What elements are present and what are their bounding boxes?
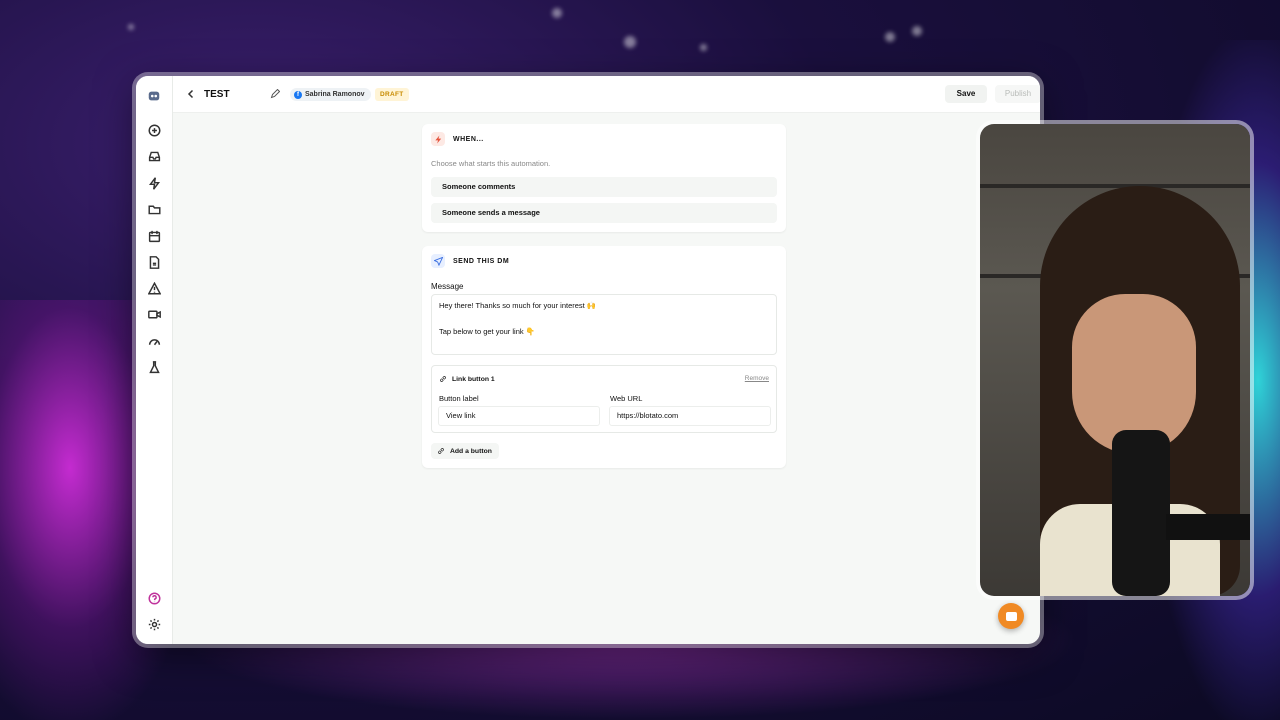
message-line: Hey there! Thanks so much for your inter… bbox=[439, 301, 597, 310]
microphone-arm bbox=[1166, 514, 1250, 540]
button-label-input[interactable]: View link bbox=[438, 406, 600, 426]
send-dm-card: SEND THIS DM Message Hey there! Thanks s… bbox=[422, 246, 786, 468]
web-url-input[interactable]: https://blotato.com bbox=[609, 406, 771, 426]
web-url-label: Web URL bbox=[610, 394, 643, 403]
message-label: Message bbox=[431, 282, 464, 291]
flask-icon[interactable] bbox=[146, 359, 162, 375]
background-sparkle bbox=[624, 36, 636, 48]
calendar-icon[interactable] bbox=[146, 228, 162, 244]
dm-heading: SEND THIS DM bbox=[453, 257, 510, 265]
help-icon[interactable] bbox=[146, 590, 162, 606]
trigger-option[interactable]: Someone sends a message bbox=[431, 203, 777, 223]
chat-support-button[interactable] bbox=[998, 603, 1024, 629]
link-button-title: Link button 1 bbox=[452, 375, 495, 383]
message-line: Tap below to get your link 👇 bbox=[439, 327, 536, 336]
gauge-icon[interactable] bbox=[146, 333, 162, 349]
trigger-option[interactable]: Someone comments bbox=[431, 177, 777, 197]
app-window: TEST f Sabrina Ramonov DRAFT Save Publis… bbox=[136, 76, 1040, 644]
webcam-overlay bbox=[980, 124, 1250, 596]
background-sparkle bbox=[128, 24, 134, 30]
folder-icon[interactable] bbox=[146, 201, 162, 217]
back-arrow-icon[interactable] bbox=[185, 88, 197, 100]
background-sparkle bbox=[700, 44, 707, 51]
trigger-heading: WHEN... bbox=[453, 135, 484, 143]
add-button[interactable]: Add a button bbox=[431, 443, 499, 459]
publish-button[interactable]: Publish bbox=[995, 85, 1040, 103]
background-shelf bbox=[980, 184, 1250, 188]
link-button-editor: Link button 1 Remove Button label View l… bbox=[431, 365, 777, 433]
page-title: TEST bbox=[204, 89, 230, 100]
message-textarea[interactable]: Hey there! Thanks so much for your inter… bbox=[431, 294, 777, 355]
button-label-label: Button label bbox=[439, 394, 479, 403]
link-icon bbox=[438, 448, 444, 454]
facebook-icon: f bbox=[294, 90, 302, 99]
bolt-icon[interactable] bbox=[146, 175, 162, 191]
microphone bbox=[1112, 430, 1170, 596]
pencil-icon[interactable] bbox=[270, 89, 280, 99]
trigger-hint: Choose what starts this automation. bbox=[431, 159, 551, 168]
inbox-icon[interactable] bbox=[146, 148, 162, 164]
chat-icon bbox=[1005, 611, 1017, 621]
link-icon bbox=[440, 376, 446, 382]
save-button[interactable]: Save bbox=[945, 85, 987, 103]
warning-icon[interactable] bbox=[146, 280, 162, 296]
status-badge: DRAFT bbox=[375, 88, 409, 101]
account-chip[interactable]: f Sabrina Ramonov bbox=[290, 88, 371, 101]
remove-button[interactable]: Remove bbox=[745, 375, 769, 382]
background-sparkle bbox=[552, 8, 562, 18]
video-icon[interactable] bbox=[146, 306, 162, 322]
plus-circle-icon[interactable] bbox=[146, 122, 162, 138]
file-icon[interactable] bbox=[146, 254, 162, 270]
topbar: TEST f Sabrina Ramonov DRAFT Save Publis… bbox=[173, 76, 1040, 113]
background-sparkle bbox=[885, 32, 895, 42]
add-button-label: Add a button bbox=[450, 447, 492, 455]
sidebar bbox=[136, 76, 173, 644]
account-name: Sabrina Ramonov bbox=[305, 91, 365, 98]
gear-icon[interactable] bbox=[146, 616, 162, 632]
app-logo-icon[interactable] bbox=[146, 88, 162, 104]
background-sparkle bbox=[912, 26, 922, 36]
trigger-card: WHEN... Choose what starts this automati… bbox=[422, 124, 786, 232]
trigger-bolt-icon bbox=[431, 132, 445, 146]
send-icon bbox=[431, 254, 445, 268]
